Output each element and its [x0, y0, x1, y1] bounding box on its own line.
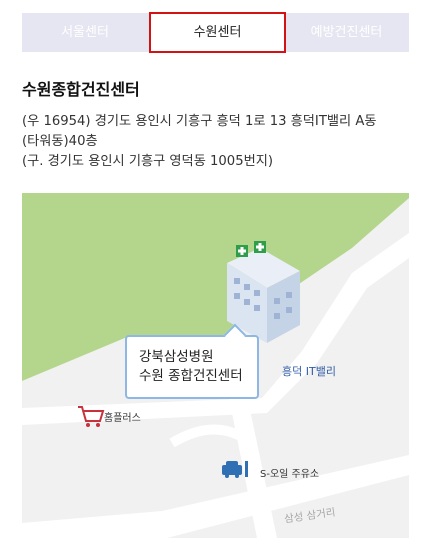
location-map[interactable]: 강북삼성병원 수원 종합건진센터 흥덕 IT밸리 홈플러스 S-오일 주유소 삼… [22, 193, 409, 538]
address-line: (타워동)40층 [22, 134, 98, 149]
callout-line: 수원 종합건진센터 [139, 368, 243, 384]
address-line: (우 16954) 경기도 용인시 기흥구 흥덕 1로 13 흥덕IT밸리 A동 [22, 114, 377, 129]
callout-line: 강북삼성병원 [139, 349, 214, 365]
map-callout: 강북삼성병원 수원 종합건진센터 [125, 335, 259, 399]
address-line: (구. 경기도 용인시 기흥구 영덕동 1005번지) [22, 154, 273, 169]
center-title: 수원종합건진센터 [22, 80, 140, 99]
it-valley-label: 흥덕 IT밸리 [282, 365, 336, 378]
tab-seoul-center[interactable]: 서울센터 [22, 13, 148, 52]
tab-suwon-center[interactable]: 수원센터 [149, 12, 286, 53]
gas-station-label: S-오일 주유소 [260, 469, 320, 480]
tab-prevention-center[interactable]: 예방건진센터 [284, 13, 409, 52]
center-address: (우 16954) 경기도 용인시 기흥구 흥덕 1로 13 흥덕IT밸리 A동… [22, 112, 412, 172]
homeplus-label: 홈플러스 [104, 413, 141, 424]
center-tabs: 서울센터 수원센터 예방건진센터 [22, 12, 409, 53]
